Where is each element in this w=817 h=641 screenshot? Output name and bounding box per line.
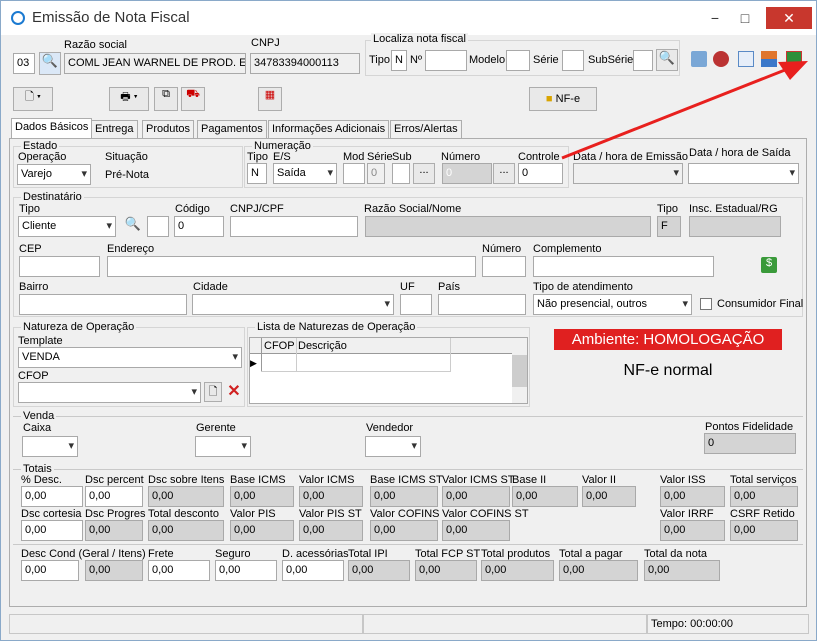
annotation-arrow bbox=[561, 61, 808, 160]
